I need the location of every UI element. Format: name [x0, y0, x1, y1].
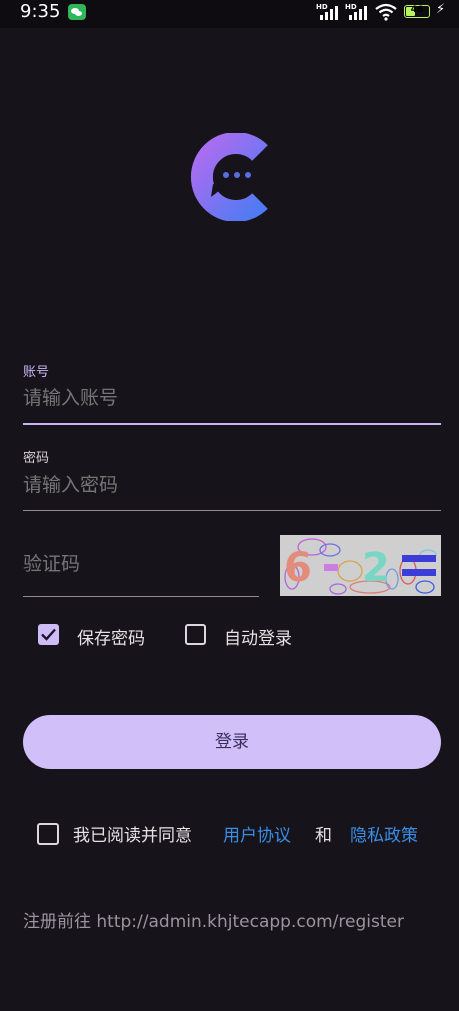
save-password-checkbox[interactable] — [38, 624, 59, 645]
charging-icon: ⚡ — [436, 2, 446, 17]
password-label: 密码 — [23, 451, 50, 466]
captcha-input[interactable] — [23, 553, 253, 575]
account-label: 账号 — [23, 365, 50, 380]
app-logo-icon — [191, 133, 268, 221]
user-agreement-link[interactable]: 用户协议 — [223, 821, 291, 846]
agreement-checkbox[interactable] — [37, 823, 59, 845]
auto-login-label: 自动登录 — [224, 629, 292, 649]
svg-text:2: 2 — [362, 545, 390, 591]
signal-2-label: HD — [345, 3, 357, 11]
password-underline — [23, 510, 441, 511]
status-bar: 9:35 HD HD 46 ⚡ — [0, 0, 459, 28]
save-password-label: 保存密码 — [77, 629, 145, 649]
signal-2-icon: HD — [345, 3, 371, 21]
register-hint: 注册前往 http://admin.khjtecapp.com/register — [23, 907, 404, 932]
wifi-icon — [375, 3, 397, 21]
captcha-graphic: 6 2 — [284, 538, 437, 595]
captcha-underline — [23, 596, 259, 597]
signal-1-label: HD — [316, 3, 328, 11]
battery-icon: 46 — [404, 5, 430, 18]
agreement-and: 和 — [315, 826, 332, 846]
agreement-prefix: 我已阅读并同意 — [73, 826, 192, 846]
login-button[interactable]: 登录 — [23, 715, 441, 769]
privacy-policy-link[interactable]: 隐私政策 — [350, 821, 418, 846]
wechat-notification-icon — [68, 4, 86, 20]
account-input[interactable] — [23, 387, 441, 409]
checkmark-icon — [41, 628, 56, 641]
register-url[interactable]: http://admin.khjtecapp.com/register — [96, 912, 404, 932]
captcha-image[interactable]: 6 2 — [280, 535, 441, 596]
signal-1-icon: HD — [316, 3, 342, 21]
auto-login-checkbox[interactable] — [185, 624, 206, 645]
battery-level: 46 — [410, 5, 424, 15]
account-underline — [23, 423, 441, 425]
svg-text:6: 6 — [284, 545, 312, 591]
password-input[interactable] — [23, 474, 441, 496]
status-time: 9:35 — [20, 1, 61, 22]
register-prefix: 注册前往 — [23, 912, 91, 932]
